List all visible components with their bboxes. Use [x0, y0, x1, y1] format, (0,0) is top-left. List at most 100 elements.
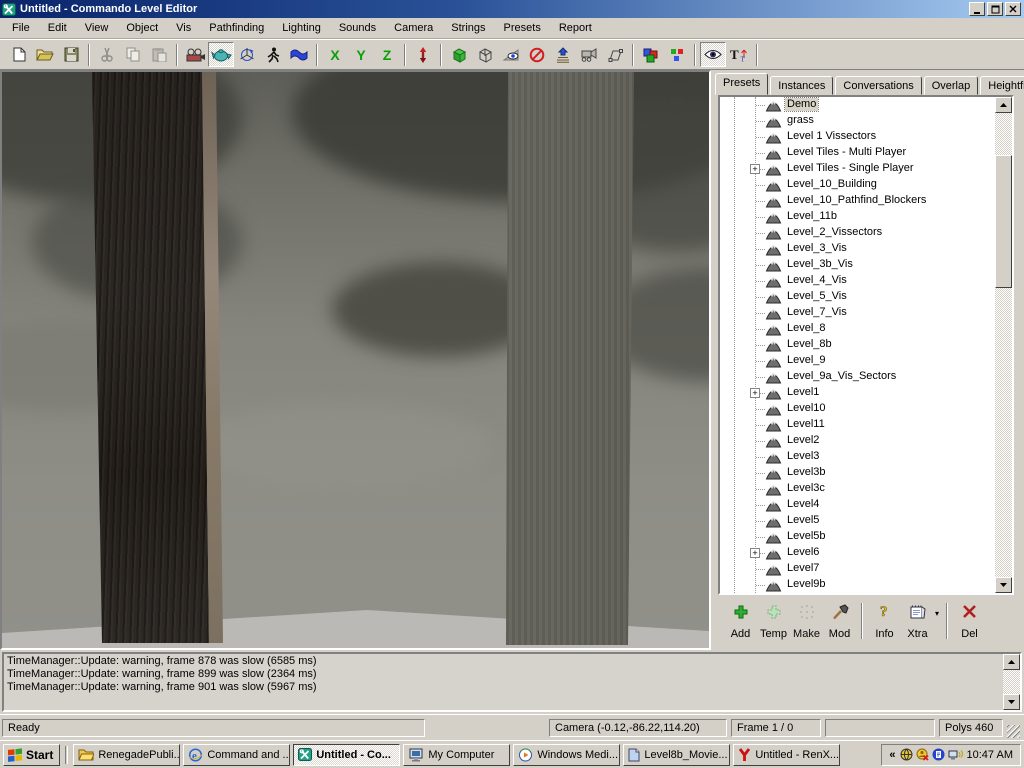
scrollbar-thumb[interactable]	[995, 155, 1012, 288]
tree-item-label[interactable]: Level_10_Pathfind_Blockers	[785, 194, 928, 207]
toolbar-copy-button[interactable]	[120, 42, 146, 67]
menu-presets[interactable]: Presets	[495, 19, 550, 37]
tree-item-label[interactable]: Level1	[785, 386, 821, 399]
tray-collapse-chevron[interactable]: «	[889, 749, 895, 761]
menu-camera[interactable]: Camera	[385, 19, 442, 37]
tree-item-label[interactable]: Level_8	[785, 322, 828, 335]
network-icon[interactable]	[948, 748, 963, 761]
menu-report[interactable]: Report	[550, 19, 601, 37]
toolbar-raise-terrain-button[interactable]	[550, 42, 576, 67]
tab-heightfield[interactable]: Heightfield	[980, 76, 1024, 95]
toolbar-eye-toggle-button[interactable]	[700, 42, 726, 67]
menu-pathfinding[interactable]: Pathfinding	[200, 19, 273, 37]
tree-item-label[interactable]: Level9b	[785, 578, 828, 591]
tree-item-label[interactable]: Level3b	[785, 466, 828, 479]
tree-item[interactable]: Level_3b_Vis	[720, 257, 995, 273]
tree-item[interactable]: Level_10_Building	[720, 177, 995, 193]
menu-lighting[interactable]: Lighting	[273, 19, 330, 37]
tree-item[interactable]: Level3c	[720, 481, 995, 497]
tree-item-label[interactable]: Level_11b	[785, 210, 839, 223]
minimize-button[interactable]	[969, 2, 985, 16]
tree-item[interactable]: Level_8	[720, 321, 995, 337]
tree-item-label[interactable]: Level_7_Vis	[785, 306, 849, 319]
taskbar-button-command-and[interactable]: eCommand and ...	[183, 744, 290, 766]
resize-grip[interactable]	[1007, 725, 1020, 738]
tree-item[interactable]: Level_4_Vis	[720, 273, 995, 289]
taskbar-button-windows-medi[interactable]: Windows Medi...	[513, 744, 620, 766]
make-button[interactable]: Make	[790, 603, 823, 640]
toolbar-character-button[interactable]	[260, 42, 286, 67]
toolbar-axis-z-button[interactable]: Z	[374, 42, 400, 67]
tree-item[interactable]: Level4	[720, 497, 995, 513]
toolbar-rotate-gizmo-button[interactable]	[234, 42, 260, 67]
tree-item[interactable]: Level11	[720, 417, 995, 433]
close-button[interactable]	[1005, 2, 1021, 16]
tree-item-label[interactable]: grass	[785, 114, 816, 127]
del-button[interactable]: Del	[953, 603, 986, 640]
taskbar-button-my-computer[interactable]: My Computer	[403, 744, 510, 766]
toolbar-drop-to-ground-button[interactable]	[410, 42, 436, 67]
tree-item[interactable]: Level5b	[720, 529, 995, 545]
tree-item-label[interactable]: Level_2_Vissectors	[785, 226, 884, 239]
toolbar-solid-cube-button[interactable]	[446, 42, 472, 67]
tree-item[interactable]: + Level Tiles - Single Player	[720, 161, 995, 177]
temp-button[interactable]: Temp	[757, 603, 790, 640]
tree-item-label[interactable]: Level_3_Vis	[785, 242, 849, 255]
tree-item-label[interactable]: Level3c	[785, 482, 827, 495]
menu-view[interactable]: View	[76, 19, 118, 37]
toolbar-open-folder-button[interactable]	[32, 42, 58, 67]
toolbar-paste-button[interactable]	[146, 42, 172, 67]
expand-plus-box[interactable]: +	[750, 548, 760, 558]
tree-item-label[interactable]: Level5	[785, 514, 821, 527]
tree-item-label[interactable]: Level Tiles - Multi Player	[785, 146, 908, 159]
maximize-button[interactable]	[987, 2, 1003, 16]
taskbar-button-level8b-movie[interactable]: Level8b_Movie...	[623, 744, 730, 766]
toolbar-axis-x-button[interactable]: X	[322, 42, 348, 67]
tree-item[interactable]: Level3b	[720, 465, 995, 481]
tree-item[interactable]: Level_11b	[720, 209, 995, 225]
tray-document-icon[interactable]	[932, 748, 945, 761]
menu-file[interactable]: File	[3, 19, 39, 37]
tree-item[interactable]: Demo	[720, 97, 995, 113]
expand-plus-box[interactable]: +	[750, 164, 760, 174]
tree-item[interactable]: Level2	[720, 433, 995, 449]
start-button[interactable]: Start	[3, 744, 60, 766]
toolbar-light-camera-button[interactable]	[576, 42, 602, 67]
toolbar-mini-cubes-button[interactable]	[664, 42, 690, 67]
tree-item-label[interactable]: Level_4_Vis	[785, 274, 849, 287]
log-scrollbar[interactable]	[1003, 654, 1020, 710]
toolbar-polygon-edit-button[interactable]	[602, 42, 628, 67]
mod-button[interactable]: Mod	[823, 603, 856, 640]
tree-item[interactable]: Level_7_Vis	[720, 305, 995, 321]
tree-item-label[interactable]: Level Tiles - Single Player	[785, 162, 916, 175]
toolbar-waypath-button[interactable]	[286, 42, 312, 67]
toolbar-wireframe-cube-button[interactable]	[472, 42, 498, 67]
tree-item-label[interactable]: Level5b	[785, 530, 828, 543]
menu-object[interactable]: Object	[117, 19, 167, 37]
tree-item-label[interactable]: Level10	[785, 402, 828, 415]
tree-item[interactable]: Level_2_Vissectors	[720, 225, 995, 241]
tree-item[interactable]: Level 1 Vissectors	[720, 129, 995, 145]
tree-item-label[interactable]: Level 1 Vissectors	[785, 130, 878, 143]
scroll-down-button[interactable]	[1003, 694, 1020, 710]
scroll-up-button[interactable]	[995, 97, 1012, 113]
tree-item-label[interactable]: Level11	[785, 418, 827, 431]
tree-scrollbar[interactable]	[995, 97, 1012, 593]
tree-item[interactable]: Level5	[720, 513, 995, 529]
scroll-down-button[interactable]	[995, 577, 1012, 593]
tree-item-label[interactable]: Level_9	[785, 354, 828, 367]
toolbar-rgb-cubes-button[interactable]	[638, 42, 664, 67]
menu-strings[interactable]: Strings	[442, 19, 494, 37]
toolbar-new-document-button[interactable]	[6, 42, 32, 67]
toolbar-vis-disable-button[interactable]	[524, 42, 550, 67]
tree-item[interactable]: Level_8b	[720, 337, 995, 353]
tree-item[interactable]: Level_9a_Vis_Sectors	[720, 369, 995, 385]
tree-item[interactable]: Level3	[720, 449, 995, 465]
tree-item-label[interactable]: Level_5_Vis	[785, 290, 849, 303]
tree-item-label[interactable]: Level3	[785, 450, 821, 463]
tree-item[interactable]: Level_10_Pathfind_Blockers	[720, 193, 995, 209]
tree-item-label[interactable]: Level_3b_Vis	[785, 258, 855, 271]
toolbar-text-size-button[interactable]: TT	[726, 42, 752, 67]
taskbar-button-renegadepubli[interactable]: RenegadePubli...	[73, 744, 180, 766]
scroll-up-button[interactable]	[1003, 654, 1020, 670]
